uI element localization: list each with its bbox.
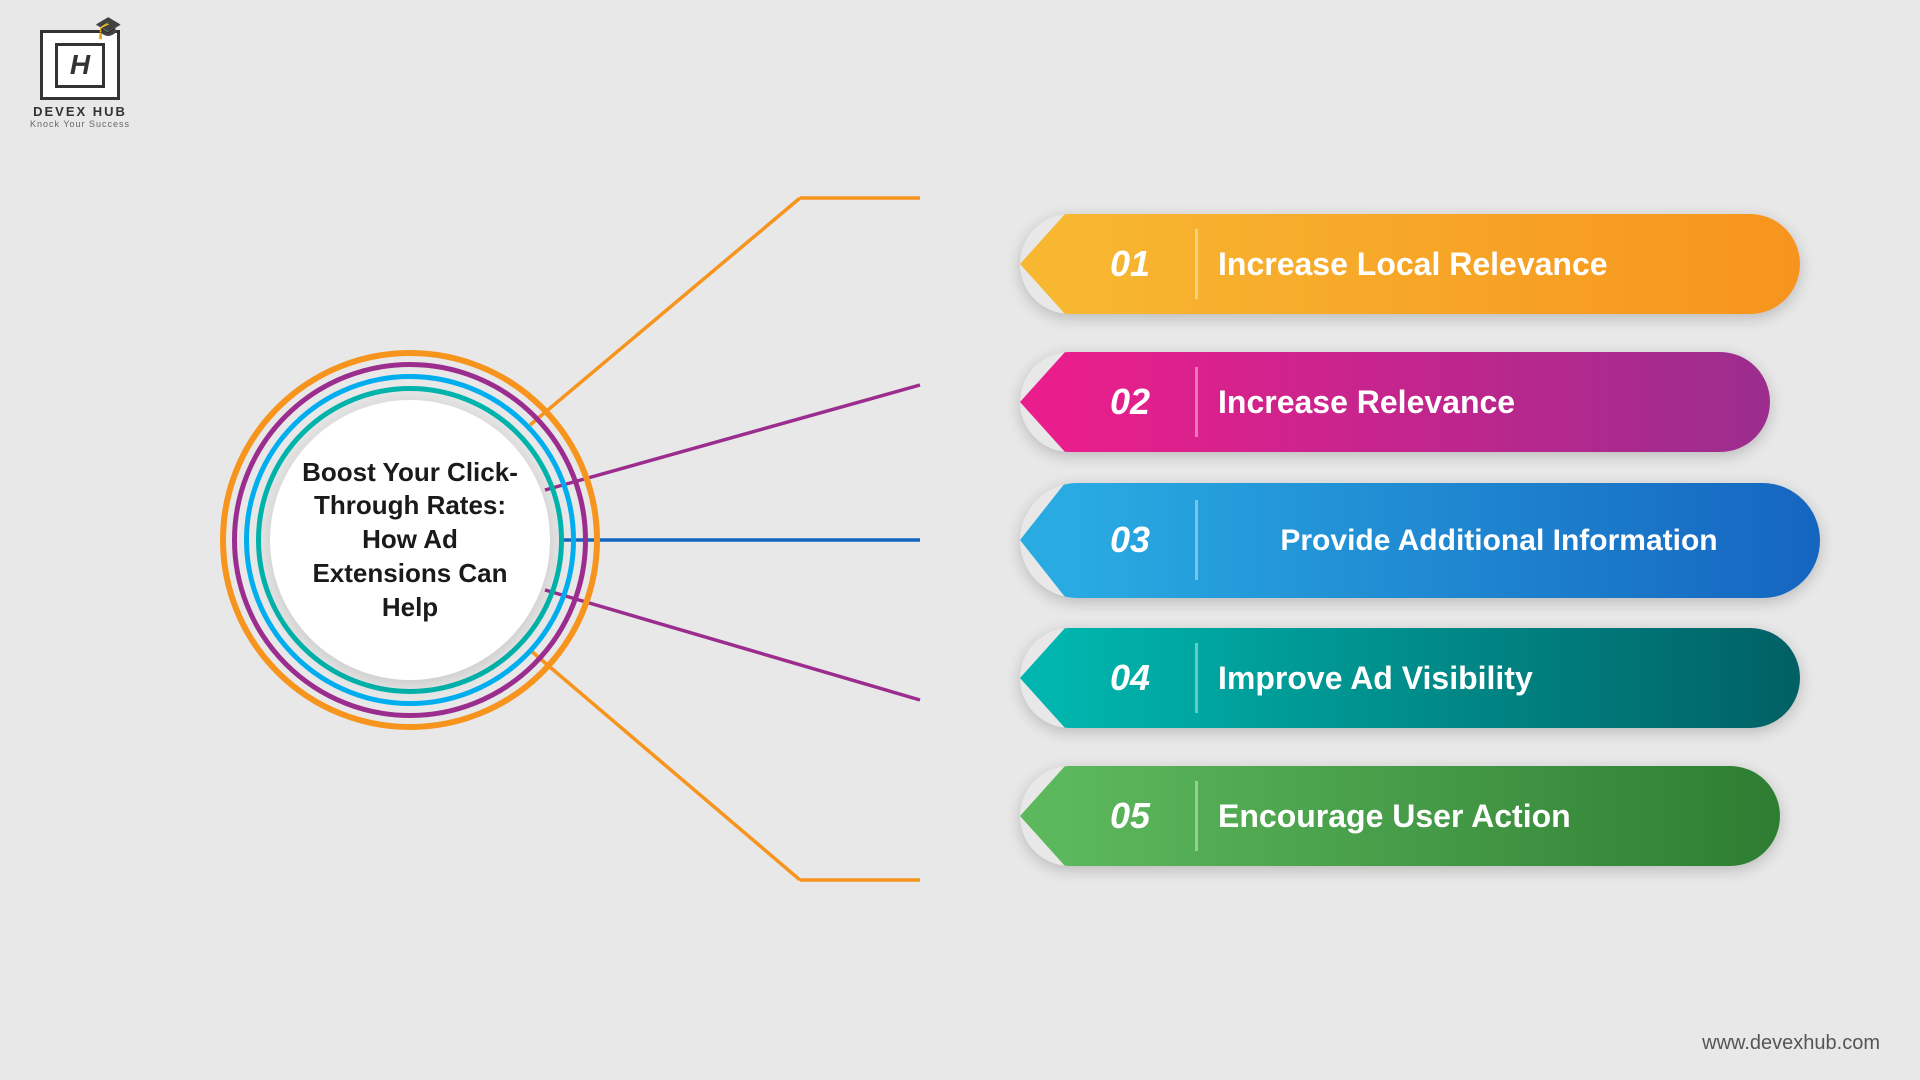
pill-2-label: Increase Relevance: [1198, 384, 1770, 421]
pill-4-body: 04 Improve Ad Visibility: [1065, 628, 1800, 728]
pill-1-number: 01: [1065, 214, 1195, 314]
pill-row-4: 04 Improve Ad Visibility: [1020, 623, 1820, 733]
center-circle: Boost Your Click-Through Rates: How Ad E…: [220, 350, 600, 730]
pill-1-label: Increase Local Relevance: [1198, 246, 1800, 283]
pill-row-5: 05 Encourage User Action: [1020, 761, 1820, 871]
pill-5-number: 05: [1065, 766, 1195, 866]
pill-5-body: 05 Encourage User Action: [1065, 766, 1780, 866]
logo-hat-icon: 🎓: [95, 15, 122, 41]
pill-5: 05 Encourage User Action: [1020, 766, 1780, 866]
logo-text-sub: Knock Your Success: [30, 119, 130, 129]
pill-5-arrow: [1020, 766, 1065, 866]
logo-symbol: H: [70, 49, 90, 81]
center-title: Boost Your Click-Through Rates: How Ad E…: [290, 456, 530, 625]
pill-3-arrow: [1020, 483, 1065, 597]
logo-inner: H: [55, 43, 105, 88]
pill-2: 02 Increase Relevance: [1020, 352, 1770, 452]
pill-3-number: 03: [1065, 483, 1195, 598]
pill-2-number: 02: [1065, 352, 1195, 452]
pill-4: 04 Improve Ad Visibility: [1020, 628, 1800, 728]
pill-row-2: 02 Increase Relevance: [1020, 347, 1820, 457]
pill-2-arrow: [1020, 352, 1065, 452]
pill-1-arrow: [1020, 214, 1065, 314]
pill-4-number: 04: [1065, 628, 1195, 728]
website-url: www.devexhub.com: [1702, 1032, 1880, 1055]
pill-1: 01 Increase Local Relevance: [1020, 214, 1800, 314]
pill-1-body: 01 Increase Local Relevance: [1065, 214, 1800, 314]
circle-inner: Boost Your Click-Through Rates: How Ad E…: [270, 400, 550, 680]
pill-4-arrow: [1020, 628, 1065, 728]
pill-3: 03 Provide Additional Information: [1020, 483, 1820, 598]
pill-3-label: Provide Additional Information: [1198, 521, 1820, 560]
logo-text-main: DEVEX HUB: [33, 104, 127, 119]
pill-3-body: 03 Provide Additional Information: [1065, 483, 1820, 598]
pill-4-label: Improve Ad Visibility: [1198, 660, 1800, 697]
pills-container: 01 Increase Local Relevance 02 Increase …: [1020, 209, 1820, 871]
logo-box: H 🎓: [40, 30, 120, 100]
pill-2-body: 02 Increase Relevance: [1065, 352, 1770, 452]
pill-row-3: 03 Provide Additional Information: [1020, 485, 1820, 595]
pill-row-1: 01 Increase Local Relevance: [1020, 209, 1820, 319]
logo: H 🎓 DEVEX HUB Knock Your Success: [30, 30, 130, 129]
pill-5-label: Encourage User Action: [1198, 798, 1780, 835]
